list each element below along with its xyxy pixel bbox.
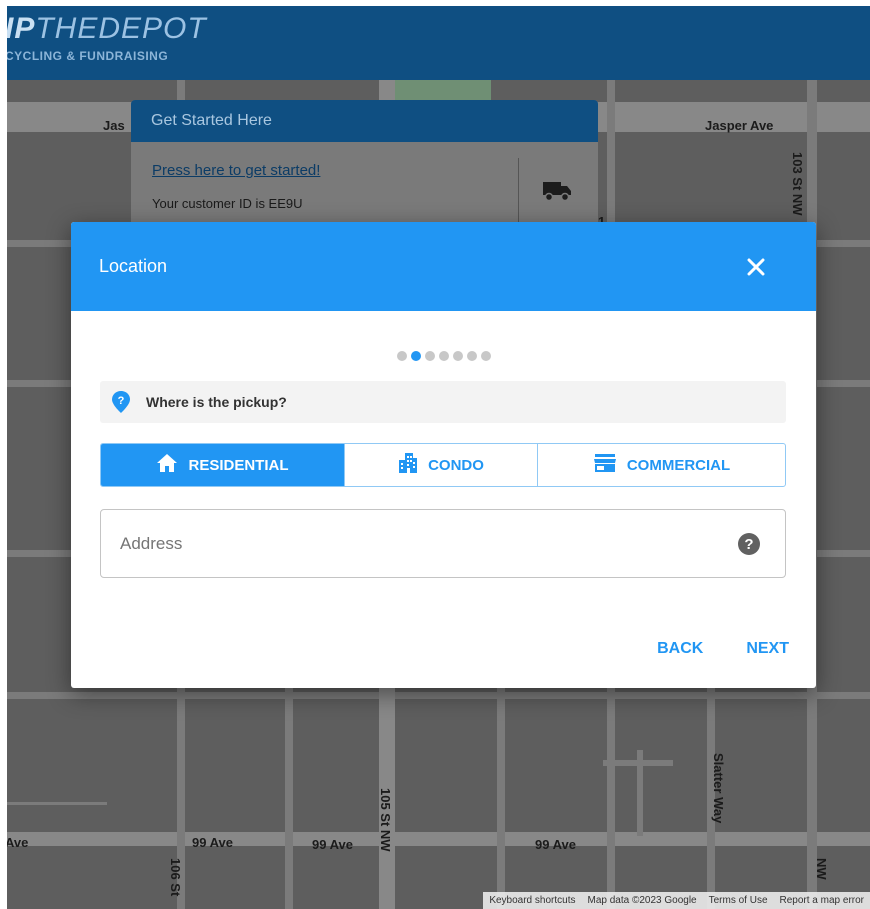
- step-dot: [424, 351, 435, 361]
- step-dot: [438, 351, 449, 361]
- question-text: Where is the pickup?: [146, 394, 287, 410]
- svg-text:?: ?: [118, 395, 125, 407]
- address-input[interactable]: [118, 532, 702, 555]
- step-indicator: [71, 351, 816, 361]
- step-dot: [452, 351, 463, 361]
- step-dot: [480, 351, 491, 361]
- close-icon[interactable]: [744, 255, 768, 279]
- dialog-header: Location: [71, 222, 816, 311]
- back-button[interactable]: BACK: [657, 640, 703, 658]
- location-help-icon: ?: [111, 390, 131, 414]
- property-type-selector: RESIDENTIAL CONDO COMMERCIAL: [100, 443, 786, 487]
- app-page: IPTHEDEPOT CYCLING & FUNDRAISING Jas Jas…: [7, 6, 870, 909]
- question-banner: ? Where is the pickup?: [100, 381, 786, 423]
- condo-label: CONDO: [428, 456, 484, 474]
- step-dot: [396, 351, 407, 361]
- address-field[interactable]: ?: [100, 509, 786, 578]
- store-icon: [593, 453, 617, 477]
- dialog-actions: BACK NEXT: [657, 640, 789, 658]
- commercial-label: COMMERCIAL: [626, 456, 731, 474]
- residential-button[interactable]: RESIDENTIAL: [101, 444, 344, 486]
- step-dot: [410, 351, 421, 361]
- step-dot: [466, 351, 477, 361]
- help-icon[interactable]: ?: [738, 533, 760, 555]
- dialog-title: Location: [99, 256, 168, 276]
- residential-label: RESIDENTIAL: [188, 456, 289, 474]
- home-icon: [156, 453, 178, 477]
- building-icon: [398, 452, 418, 478]
- condo-button[interactable]: CONDO: [344, 444, 537, 486]
- location-dialog: Location ? Where is the pickup? RESIDENT…: [71, 222, 816, 688]
- next-button[interactable]: NEXT: [746, 640, 789, 658]
- commercial-button[interactable]: COMMERCIAL: [537, 444, 785, 486]
